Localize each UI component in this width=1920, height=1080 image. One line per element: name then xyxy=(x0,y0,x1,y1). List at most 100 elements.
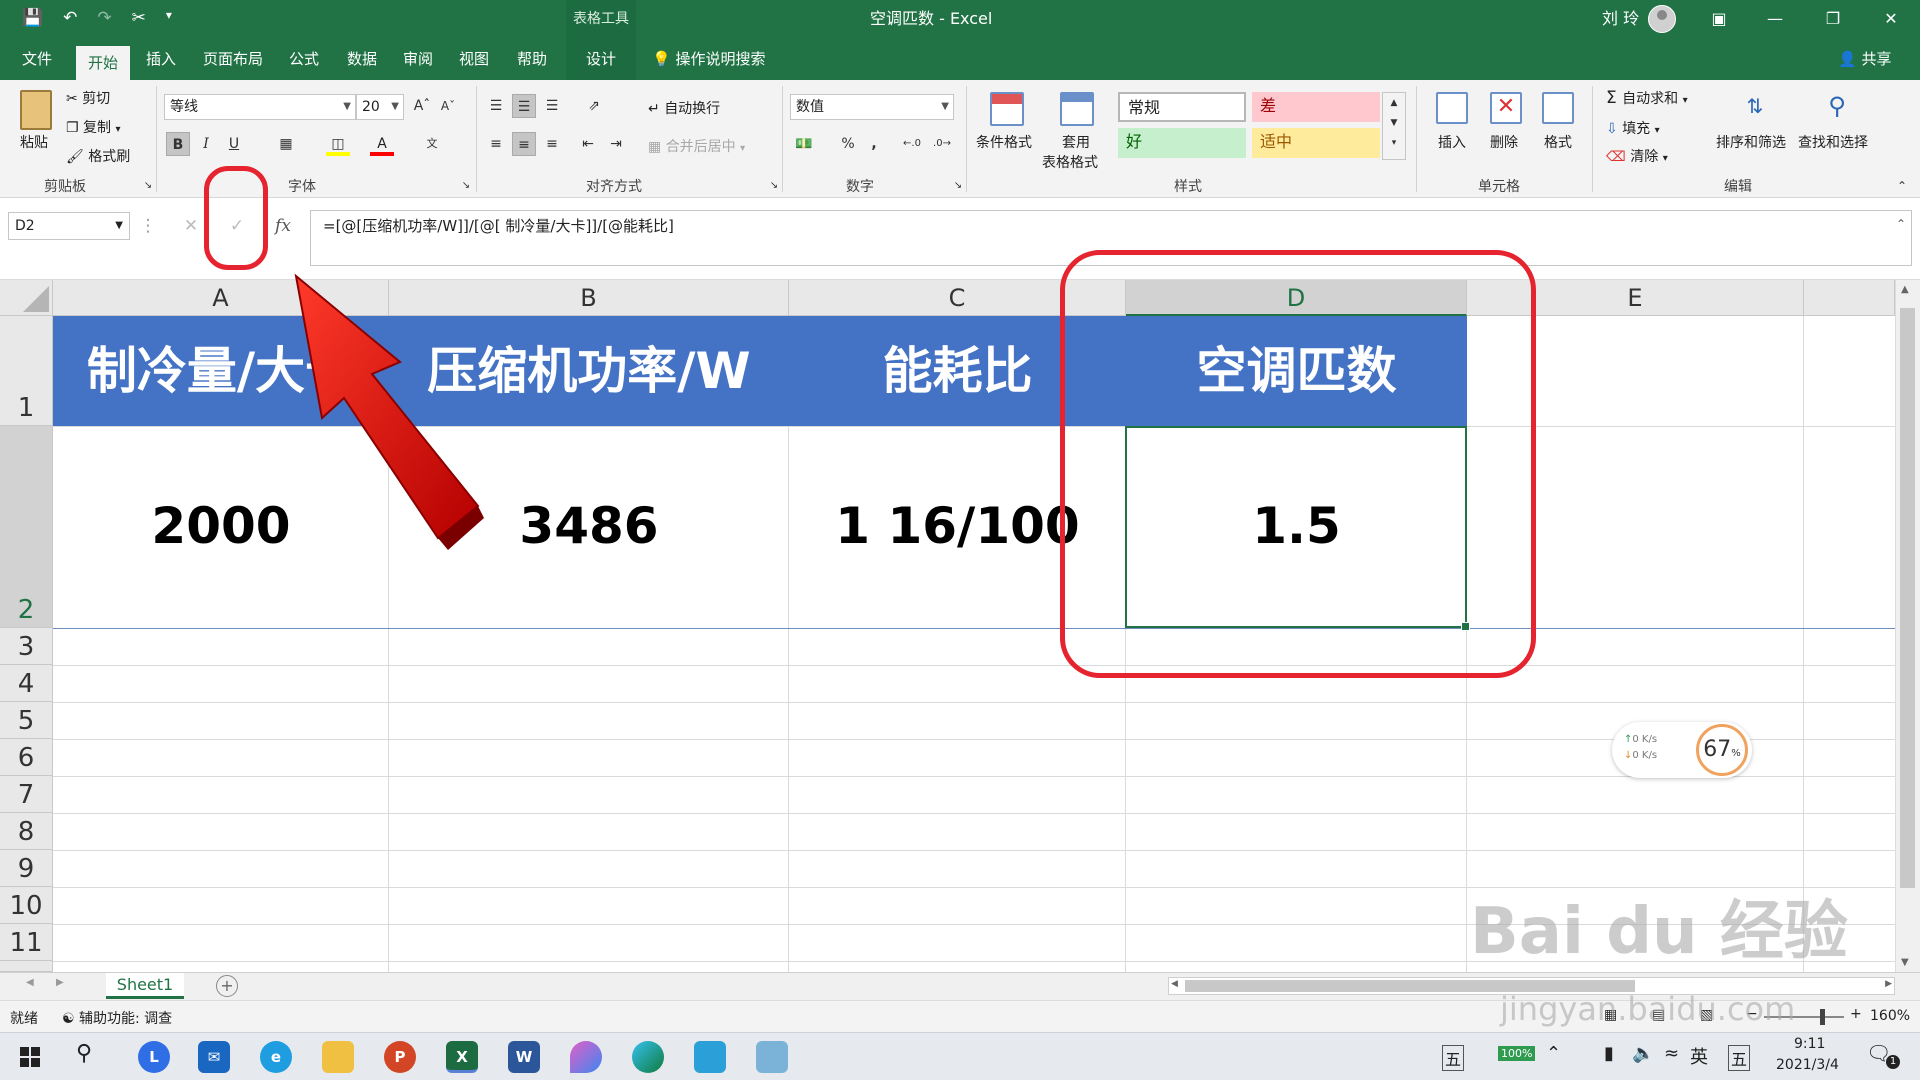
ime-indicator[interactable]: 五 xyxy=(1442,1045,1465,1071)
fill-button[interactable]: ⇩ 填充 ▾ xyxy=(1606,118,1660,138)
row-header-10[interactable]: 10 xyxy=(0,887,53,924)
paste-icon[interactable] xyxy=(20,90,52,130)
tab-data[interactable]: 数据 xyxy=(336,38,388,80)
row-header-6[interactable]: 6 xyxy=(0,739,53,776)
cancel-icon[interactable]: ✕ xyxy=(176,212,206,240)
font-color-icon[interactable]: A xyxy=(370,132,394,156)
tab-help[interactable]: 帮助 xyxy=(506,38,558,80)
row-header-1[interactable]: 1 xyxy=(0,316,53,426)
undo-icon[interactable]: ↶ xyxy=(63,8,77,28)
row-header-4[interactable]: 4 xyxy=(0,665,53,702)
paint-icon[interactable] xyxy=(570,1041,602,1073)
tab-file[interactable]: 文件 xyxy=(10,38,64,80)
mail-icon[interactable]: ✉ xyxy=(198,1041,230,1073)
border-icon[interactable]: ▦ xyxy=(274,132,298,156)
find-select-label[interactable]: 查找和选择 xyxy=(1798,132,1868,152)
sort-filter-icon[interactable]: ⇅ xyxy=(1738,88,1772,124)
style-normal[interactable]: 常规 xyxy=(1118,92,1246,122)
collapse-ribbon-icon[interactable]: ⌃ xyxy=(1890,174,1914,198)
conditional-format-icon[interactable] xyxy=(990,92,1024,126)
scroll-up-icon[interactable]: ▲ xyxy=(1901,284,1909,295)
format-painter-button[interactable]: 🖌 格式刷 xyxy=(66,146,130,166)
scroll-right-icon[interactable]: ▶ xyxy=(1885,979,1892,989)
file-explorer-icon[interactable] xyxy=(322,1041,354,1073)
clock-date[interactable]: 2021/3/4 xyxy=(1776,1057,1839,1073)
excel-icon[interactable]: X xyxy=(446,1041,478,1073)
name-box[interactable]: D2 ▼ xyxy=(8,212,130,240)
sort-filter-label[interactable]: 排序和筛选 xyxy=(1716,132,1786,152)
cut-button[interactable]: ✂ 剪切 xyxy=(66,88,110,108)
scroll-left-icon[interactable]: ◀ xyxy=(1171,979,1178,989)
vertical-scrollbar[interactable]: ▲ ▼ xyxy=(1895,280,1920,972)
align-right-icon[interactable]: ≡ xyxy=(540,132,564,156)
search-icon[interactable]: ⚲ xyxy=(76,1041,92,1066)
battery-icon[interactable]: ▮ xyxy=(1604,1043,1614,1064)
align-center-icon[interactable]: ≡ xyxy=(512,132,536,156)
row-header-7[interactable]: 7 xyxy=(0,776,53,813)
word-icon[interactable]: W xyxy=(508,1041,540,1073)
font-name-select[interactable]: 等线 ▼ xyxy=(164,94,356,120)
style-good[interactable]: 好 xyxy=(1118,128,1246,158)
scroll-down-icon[interactable]: ▼ xyxy=(1901,957,1909,968)
row-header-2[interactable]: 2 xyxy=(0,426,53,628)
tab-formulas[interactable]: 公式 xyxy=(278,38,330,80)
currency-icon[interactable]: 💵 xyxy=(792,132,816,156)
style-neutral[interactable]: 适中 xyxy=(1252,128,1380,158)
cut-icon[interactable]: ✂ xyxy=(132,8,146,28)
tab-design[interactable]: 设计 xyxy=(566,38,636,80)
ie-browser-icon[interactable]: e xyxy=(260,1041,292,1073)
language-indicator[interactable]: 英 xyxy=(1690,1043,1708,1069)
expand-formula-icon[interactable]: ⌃ xyxy=(1886,210,1916,238)
wifi-icon[interactable]: ≈ xyxy=(1664,1043,1679,1064)
clear-button[interactable]: ⌫ 清除 ▾ xyxy=(1606,146,1668,166)
row-header-5[interactable]: 5 xyxy=(0,702,53,739)
style-bad[interactable]: 差 xyxy=(1252,92,1380,122)
italic-button[interactable]: I xyxy=(194,132,218,156)
zoom-in-icon[interactable]: + xyxy=(1850,1006,1862,1022)
shrink-font-icon[interactable]: Aˇ xyxy=(436,94,460,118)
table-format-label-2[interactable]: 表格格式 xyxy=(1042,152,1098,172)
decrease-decimal-icon[interactable]: .0→ xyxy=(930,132,954,156)
edge-icon[interactable] xyxy=(632,1041,664,1073)
app-snip-icon[interactable] xyxy=(756,1041,788,1073)
zoom-slider-handle[interactable] xyxy=(1820,1009,1825,1025)
zoom-level[interactable]: 160% xyxy=(1870,1008,1910,1024)
autosum-button[interactable]: Σ 自动求和 ▾ xyxy=(1606,88,1688,108)
increase-decimal-icon[interactable]: ←.0 xyxy=(900,132,924,156)
prev-sheet-icon[interactable]: ◀ xyxy=(26,977,34,988)
table-format-label-1[interactable]: 套用 xyxy=(1062,132,1090,152)
table-format-icon[interactable] xyxy=(1060,92,1094,126)
share-button[interactable]: 👤 共享 xyxy=(1838,38,1891,80)
format-cells-label[interactable]: 格式 xyxy=(1544,132,1572,152)
tab-insert[interactable]: 插入 xyxy=(134,38,188,80)
tab-view[interactable]: 视图 xyxy=(448,38,500,80)
comma-button[interactable]: , xyxy=(862,132,886,156)
styles-scroll-icon[interactable]: ▲ ▼ ▾ xyxy=(1382,92,1406,160)
chevron-up-icon[interactable]: ⌃ xyxy=(1546,1043,1561,1064)
avatar[interactable] xyxy=(1648,5,1676,33)
align-top-icon[interactable]: ☰ xyxy=(484,94,508,118)
restore-icon[interactable]: ❐ xyxy=(1810,0,1856,38)
windows-start-icon[interactable] xyxy=(20,1047,40,1067)
tell-me-search[interactable]: 💡 操作说明搜索 xyxy=(652,38,765,80)
save-icon[interactable]: 💾 xyxy=(22,8,43,28)
screen-capture-icon[interactable] xyxy=(694,1041,726,1073)
insert-cells-icon[interactable] xyxy=(1436,92,1468,124)
tab-home[interactable]: 开始 xyxy=(76,46,130,80)
app-l-icon[interactable]: L xyxy=(138,1041,170,1073)
insert-cells-label[interactable]: 插入 xyxy=(1438,132,1466,152)
dialog-launcher-icon[interactable]: ↘ xyxy=(454,174,478,198)
powerpoint-icon[interactable]: P xyxy=(384,1041,416,1073)
column-header-f[interactable] xyxy=(1804,280,1895,316)
find-select-icon[interactable]: ⚲ xyxy=(1820,88,1854,124)
row-header-9[interactable]: 9 xyxy=(0,850,53,887)
orientation-icon[interactable]: ⇗ xyxy=(582,94,606,118)
grow-font-icon[interactable]: Aˆ xyxy=(410,94,434,118)
percent-button[interactable]: % xyxy=(836,132,860,156)
row-header-11[interactable]: 11 xyxy=(0,924,53,961)
align-bottom-icon[interactable]: ☰ xyxy=(540,94,564,118)
paste-label[interactable]: 粘贴 xyxy=(20,132,48,152)
insert-function-button[interactable]: fx xyxy=(268,212,298,240)
customize-qat-icon[interactable]: ▾ xyxy=(166,8,172,28)
close-icon[interactable]: ✕ xyxy=(1868,0,1914,38)
